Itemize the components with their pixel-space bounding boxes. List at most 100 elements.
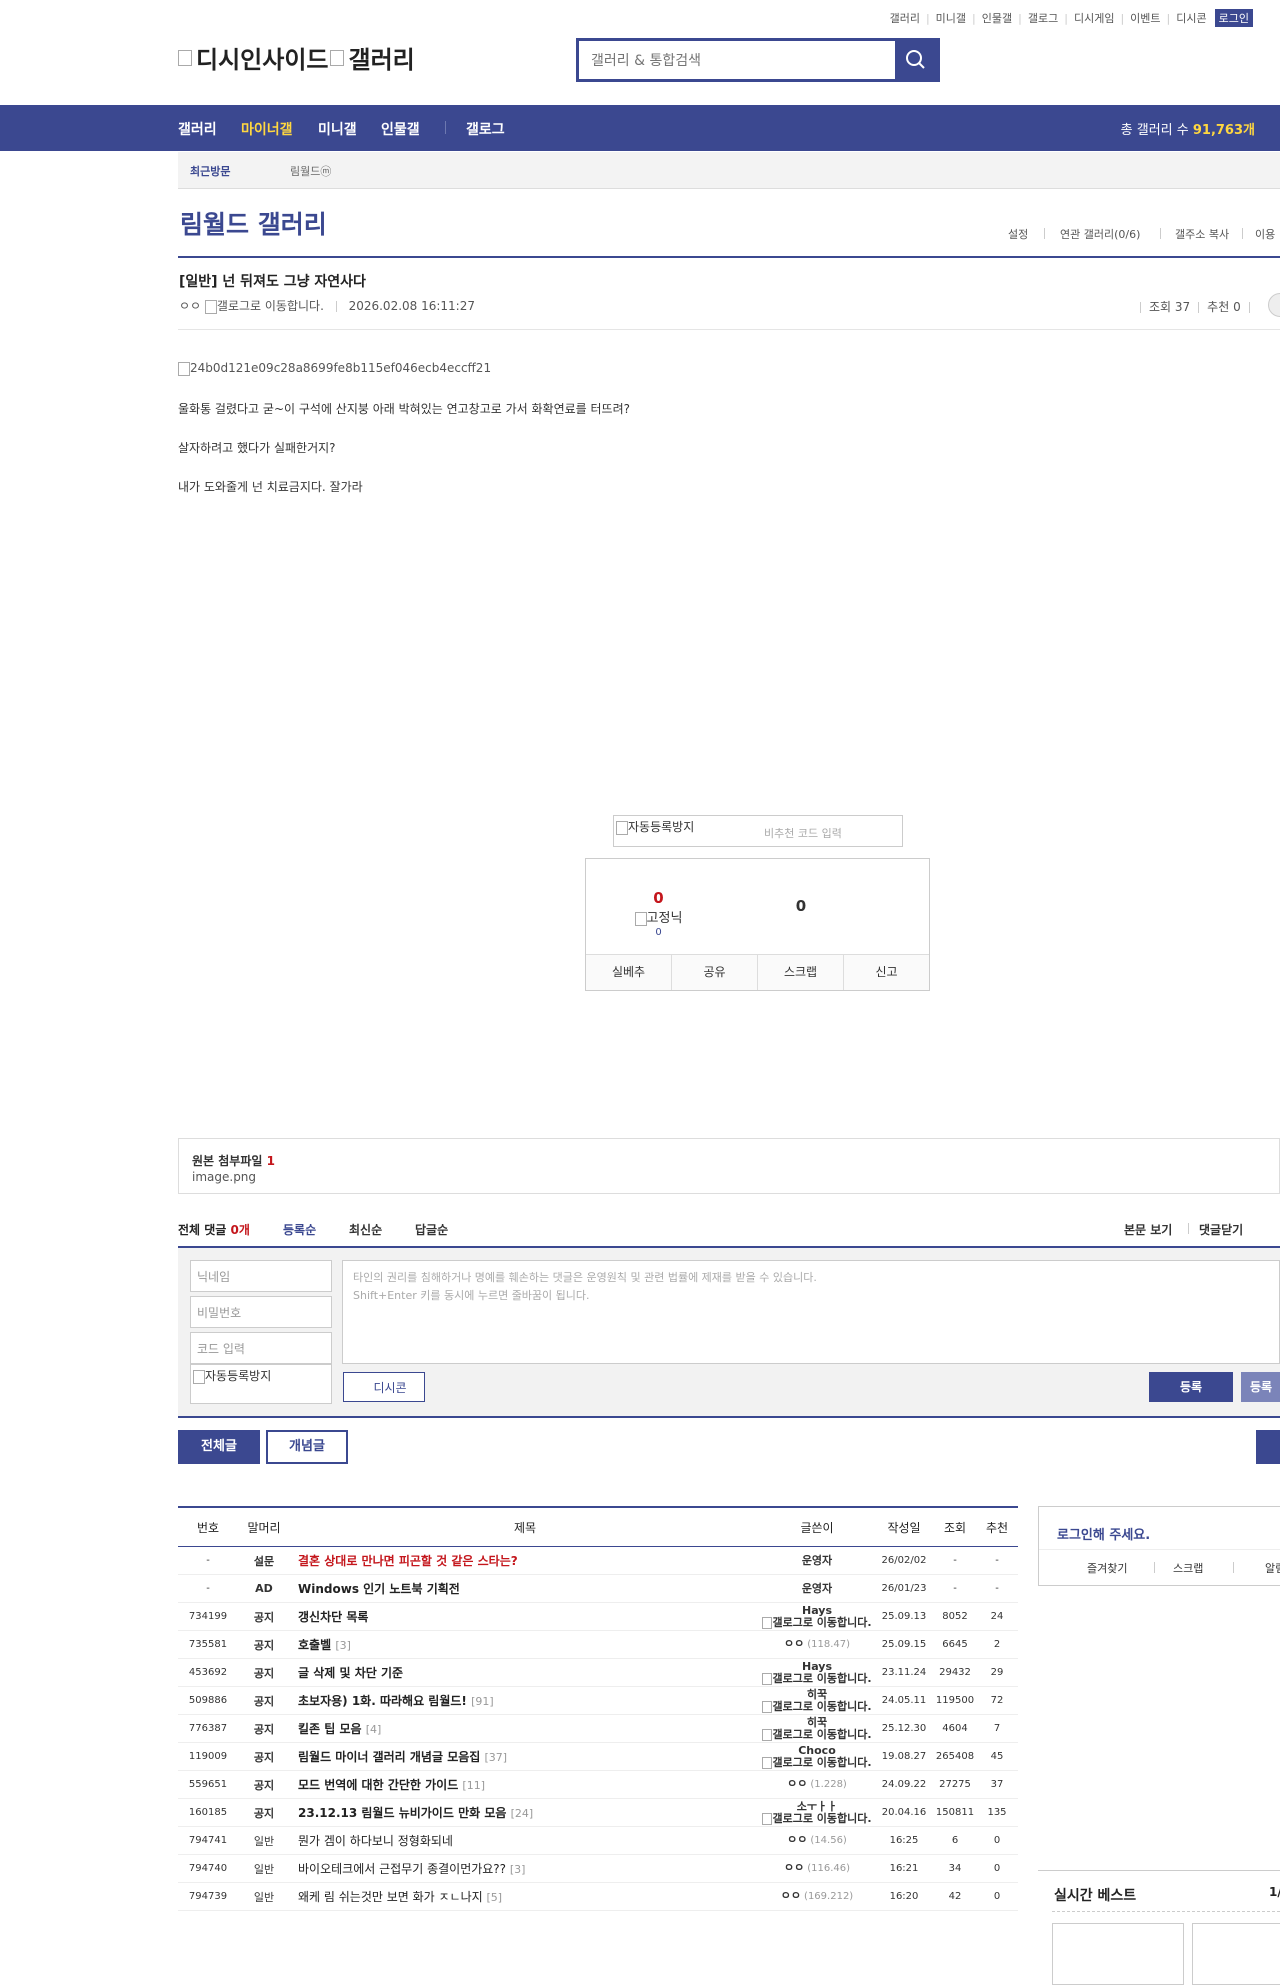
search-button[interactable] — [895, 41, 937, 79]
share-circle-button[interactable] — [1268, 293, 1280, 317]
row-gallog[interactable]: 갤로그로 이동합니다. — [760, 1616, 874, 1629]
view-body-link[interactable]: 본문 보기 — [1124, 1221, 1172, 1238]
table-row[interactable]: 735581 공지 호출벨 [3] ㅇㅇ (118.47) 25.09.15 6645 2 — [178, 1630, 1018, 1659]
row-writer-name[interactable]: 운영자 — [760, 1554, 874, 1567]
row-comment-count[interactable]: [5] — [487, 1891, 503, 1904]
row-title[interactable]: 결혼 상대로 만나면 피곤할 것 같은 스타는? — [290, 1546, 760, 1575]
table-row[interactable]: 119009 공지 림월드 마이너 갤러리 개념글 모음집 [37] Choco 갤로그… — [178, 1742, 1018, 1771]
comment-submit-button[interactable]: 등록 — [1149, 1372, 1233, 1402]
alarm-link[interactable]: 알림 — [1265, 1560, 1280, 1576]
table-row[interactable]: 160185 공지 23.12.13 림월드 뉴비가이드 만화 모음 [24] 소ㅜㅏ… — [178, 1798, 1018, 1827]
gallery-option-copy-url[interactable]: 갤주소 복사 — [1175, 226, 1229, 242]
sort-latest[interactable]: 최신순 — [349, 1221, 382, 1238]
gnb-mini[interactable]: 미니갤 — [318, 119, 357, 139]
login-prompt[interactable]: 로그인해 주세요. — [1057, 1524, 1150, 1543]
comment-textarea[interactable]: 타인의 권리를 침해하거나 명예를 훼손하는 댓글은 운영원칙 및 관련 법률에… — [342, 1260, 1280, 1364]
row-title[interactable]: 초보자용) 1화. 따라해요 림월드! [91] — [290, 1686, 760, 1715]
row-title-text[interactable]: 호출벨 — [298, 1638, 331, 1652]
share-button[interactable]: 공유 — [672, 955, 758, 990]
row-title[interactable]: 호출벨 [3] — [290, 1630, 760, 1659]
row-comment-count[interactable]: [3] — [510, 1863, 526, 1876]
close-comments-link[interactable]: 댓글닫기 — [1199, 1221, 1243, 1238]
favorites-link[interactable]: 즐겨찾기 — [1087, 1560, 1127, 1576]
row-title[interactable]: 모드 번역에 대한 간단한 가이드 [11] — [290, 1770, 760, 1799]
code-input[interactable]: 코드 입력 — [190, 1332, 332, 1364]
gallery-option-related[interactable]: 연관 갤러리(0/6) — [1060, 226, 1140, 242]
table-row[interactable]: - 설문 결혼 상대로 만나면 피곤할 것 같은 스타는? 운영자 26/02/02-… — [178, 1546, 1018, 1575]
row-title[interactable]: 글 삭제 및 차단 기준 — [290, 1658, 760, 1687]
row-title[interactable]: 바이오테크에서 근접무기 종결이먼가요?? [3] — [290, 1854, 760, 1883]
row-writer[interactable]: 히꾹 갤로그로 이동합니다. — [760, 1714, 874, 1743]
row-comment-count[interactable]: [91] — [471, 1695, 494, 1708]
row-title-text[interactable]: Windows 인기 노트북 기획전 — [298, 1582, 460, 1596]
row-title[interactable]: Windows 인기 노트북 기획전 — [290, 1574, 760, 1603]
topmenu-gallog[interactable]: 갤로그 — [1028, 10, 1058, 26]
row-gallog[interactable]: 갤로그로 이동합니다. — [760, 1812, 874, 1825]
row-writer[interactable]: 운영자 — [760, 1546, 874, 1575]
sort-replies[interactable]: 답글순 — [415, 1221, 448, 1238]
search-input[interactable] — [589, 49, 863, 73]
password-input[interactable]: 비밀번호 — [190, 1296, 332, 1328]
login-button[interactable]: 로그인 — [1214, 9, 1253, 27]
gnb-gallog[interactable]: 갤로그 — [466, 119, 505, 139]
nickname-input[interactable]: 닉네임 — [190, 1260, 332, 1292]
row-title-text[interactable]: 림월드 마이너 갤러리 개념글 모음집 — [298, 1750, 480, 1764]
row-comment-count[interactable]: [11] — [462, 1779, 485, 1792]
dccon-button[interactable]: 디시콘 — [343, 1372, 425, 1402]
row-title-text[interactable]: 23.12.13 림월드 뉴비가이드 만화 모음 — [298, 1806, 506, 1820]
table-row[interactable]: 559651 공지 모드 번역에 대한 간단한 가이드 [11] ㅇㅇ (1.228) 2… — [178, 1770, 1018, 1799]
table-row[interactable]: - AD Windows 인기 노트북 기획전 운영자 26/01/23- - — [178, 1574, 1018, 1603]
tab-all-posts[interactable]: 전체글 — [178, 1430, 260, 1464]
gnb-gallery[interactable]: 갤러리 — [178, 119, 217, 139]
row-writer-name[interactable]: ㅇㅇ — [787, 1833, 807, 1846]
topmenu-person[interactable]: 인물갤 — [982, 10, 1012, 26]
post-writer[interactable]: ㅇㅇ — [179, 299, 201, 313]
row-title-text[interactable]: 초보자용) 1화. 따라해요 림월드! — [298, 1694, 467, 1708]
row-writer-name[interactable]: ㅇㅇ — [781, 1889, 801, 1902]
row-title[interactable]: 킬존 팁 모음 [4] — [290, 1714, 760, 1743]
table-row[interactable]: 734199 공지 갱신차단 목록 Hays 갤로그로 이동합니다. 25.09.13 8… — [178, 1602, 1018, 1631]
topmenu-gallery[interactable]: 갤러리 — [890, 10, 920, 26]
row-title[interactable]: 갱신차단 목록 — [290, 1602, 760, 1631]
comment-submit-with-dccon-button[interactable]: 등록 — [1241, 1372, 1280, 1402]
gallery-title[interactable]: 림월드 갤러리 — [180, 205, 327, 241]
row-writer[interactable]: Hays 갤로그로 이동합니다. — [760, 1602, 874, 1631]
table-row[interactable]: 794741 일반 뭔가 겜이 하다보니 정형화되네 ㅇㅇ (14.56) 16:25 6… — [178, 1826, 1018, 1855]
row-title-text[interactable]: 바이오테크에서 근접무기 종결이먼가요?? — [298, 1862, 506, 1876]
row-title[interactable]: 림월드 마이너 갤러리 개념글 모음집 [37] — [290, 1742, 760, 1771]
row-title-text[interactable]: 갱신차단 목록 — [298, 1610, 368, 1624]
gallog-link[interactable]: 갤로그로 이동합니다. — [217, 299, 324, 313]
silbe-button[interactable]: 실베추 — [586, 955, 672, 990]
sort-registered[interactable]: 등록순 — [283, 1221, 316, 1238]
row-comment-count[interactable]: [37] — [485, 1751, 508, 1764]
table-row[interactable]: 794739 일반 왜케 림 쉬는것만 보면 화가 ㅈㄴ나지 [5] ㅇㅇ (169.2… — [178, 1882, 1018, 1911]
table-row[interactable]: 509886 공지 초보자용) 1화. 따라해요 림월드! [91] 히꾹 갤로그로 이… — [178, 1686, 1018, 1715]
row-writer[interactable]: Hays 갤로그로 이동합니다. — [760, 1658, 874, 1687]
topmenu-dccon[interactable]: 디시콘 — [1176, 10, 1206, 26]
table-row[interactable]: 794740 일반 바이오테크에서 근접무기 종결이먼가요?? [3] ㅇㅇ (116.… — [178, 1854, 1018, 1883]
topmenu-event[interactable]: 이벤트 — [1130, 10, 1160, 26]
scrap-button[interactable]: 스크랩 — [758, 955, 844, 990]
recent-visit-item[interactable]: 림월드ⓜ — [290, 163, 331, 179]
topmenu-dcgame[interactable]: 디시게임 — [1074, 10, 1114, 26]
row-writer[interactable]: ㅇㅇ (169.212) — [760, 1882, 874, 1911]
row-title[interactable]: 왜케 림 쉬는것만 보면 화가 ㅈㄴ나지 [5] — [290, 1882, 760, 1911]
realtime-best-card[interactable] — [1192, 1923, 1280, 1985]
row-title-text[interactable]: 뭔가 겜이 하다보니 정형화되네 — [298, 1834, 453, 1848]
row-writer[interactable]: ㅇㅇ (116.46) — [760, 1854, 874, 1883]
row-gallog[interactable]: 갤로그로 이동합니다. — [760, 1728, 874, 1741]
gallery-option-settings[interactable]: 설정 — [1008, 226, 1028, 242]
row-title-text[interactable]: 결혼 상대로 만나면 피곤할 것 같은 스타는? — [298, 1554, 518, 1568]
gnb-minor[interactable]: 마이너갤 — [241, 119, 293, 139]
row-writer[interactable]: 히꾹 갤로그로 이동합니다. — [760, 1686, 874, 1715]
row-gallog[interactable]: 갤로그로 이동합니다. — [760, 1756, 874, 1769]
row-title-text[interactable]: 글 삭제 및 차단 기준 — [298, 1666, 403, 1680]
row-title[interactable]: 23.12.13 림월드 뉴비가이드 만화 모음 [24] — [290, 1798, 760, 1827]
row-title[interactable]: 뭔가 겜이 하다보니 정형화되네 — [290, 1826, 760, 1855]
attachment-file-link[interactable]: image.png — [192, 1170, 256, 1184]
report-button[interactable]: 신고 — [844, 955, 929, 990]
row-writer-name[interactable]: ㅇㅇ — [787, 1777, 807, 1790]
row-title-text[interactable]: 모드 번역에 대한 간단한 가이드 — [298, 1778, 458, 1792]
row-writer[interactable]: Choco 갤로그로 이동합니다. — [760, 1742, 874, 1771]
scrap-link[interactable]: 스크랩 — [1173, 1560, 1203, 1576]
